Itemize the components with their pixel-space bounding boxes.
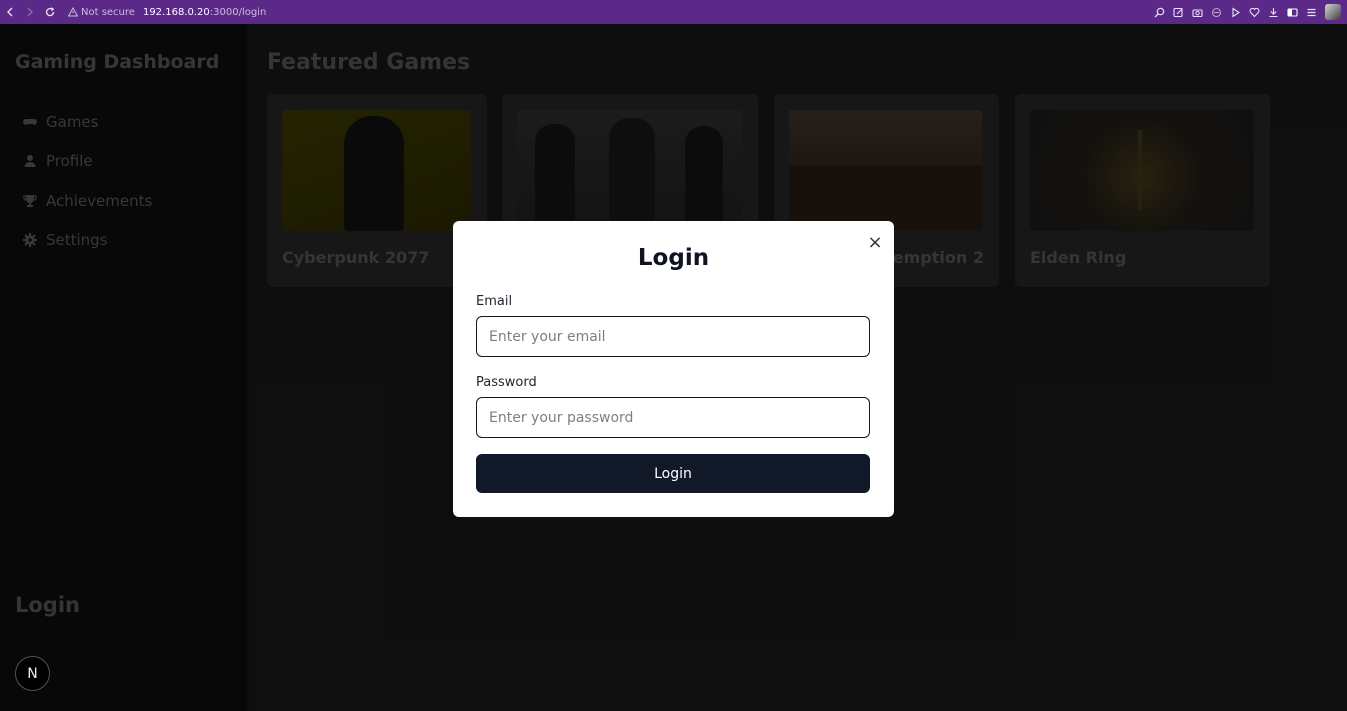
email-label: Email xyxy=(476,294,513,309)
warning-icon xyxy=(68,7,78,17)
block-button[interactable] xyxy=(1209,5,1223,19)
forward-button[interactable] xyxy=(20,0,40,24)
reload-button[interactable] xyxy=(40,0,60,24)
heart-icon xyxy=(1248,7,1260,17)
security-label: Not secure xyxy=(81,6,135,18)
url-text: 192.168.0.20:3000/login xyxy=(143,7,266,18)
sidebar-icon xyxy=(1286,7,1298,17)
search-icon xyxy=(1154,7,1164,17)
browser-toolbar: Not secure 192.168.0.20:3000/login xyxy=(0,0,1347,24)
arrow-left-icon xyxy=(7,7,13,17)
play-button[interactable] xyxy=(1228,5,1242,19)
arrow-right-icon xyxy=(27,7,33,17)
email-field[interactable] xyxy=(476,316,870,357)
download-button[interactable] xyxy=(1266,5,1280,19)
camera-icon xyxy=(1191,8,1203,17)
zoom-button[interactable] xyxy=(1152,5,1166,19)
url-host: 192.168.0.20 xyxy=(142,6,210,18)
back-button[interactable] xyxy=(0,0,20,24)
login-modal: Login × Email Password Login xyxy=(453,221,894,517)
play-icon xyxy=(1231,6,1240,18)
profile-avatar[interactable] xyxy=(1325,4,1341,20)
edit-icon xyxy=(1172,7,1183,17)
screenshot-button[interactable] xyxy=(1190,5,1204,19)
address-bar[interactable]: Not secure 192.168.0.20:3000/login xyxy=(68,7,266,18)
close-icon: × xyxy=(867,232,883,253)
menu-icon xyxy=(1307,8,1315,16)
favorite-button[interactable] xyxy=(1247,5,1261,19)
security-indicator[interactable]: Not secure xyxy=(68,7,135,18)
password-field[interactable] xyxy=(476,397,870,438)
url-path: :3000/login xyxy=(209,6,267,18)
browser-actions xyxy=(1152,0,1341,24)
reload-icon xyxy=(45,7,55,17)
modal-title: Login xyxy=(637,245,710,271)
edit-button[interactable] xyxy=(1171,5,1185,19)
password-label: Password xyxy=(476,375,537,390)
block-icon xyxy=(1211,7,1221,17)
menu-button[interactable] xyxy=(1304,5,1318,19)
sidebar-toggle-button[interactable] xyxy=(1285,5,1299,19)
download-icon xyxy=(1269,7,1277,17)
login-button[interactable]: Login xyxy=(476,454,870,493)
close-button[interactable]: × xyxy=(866,234,884,252)
